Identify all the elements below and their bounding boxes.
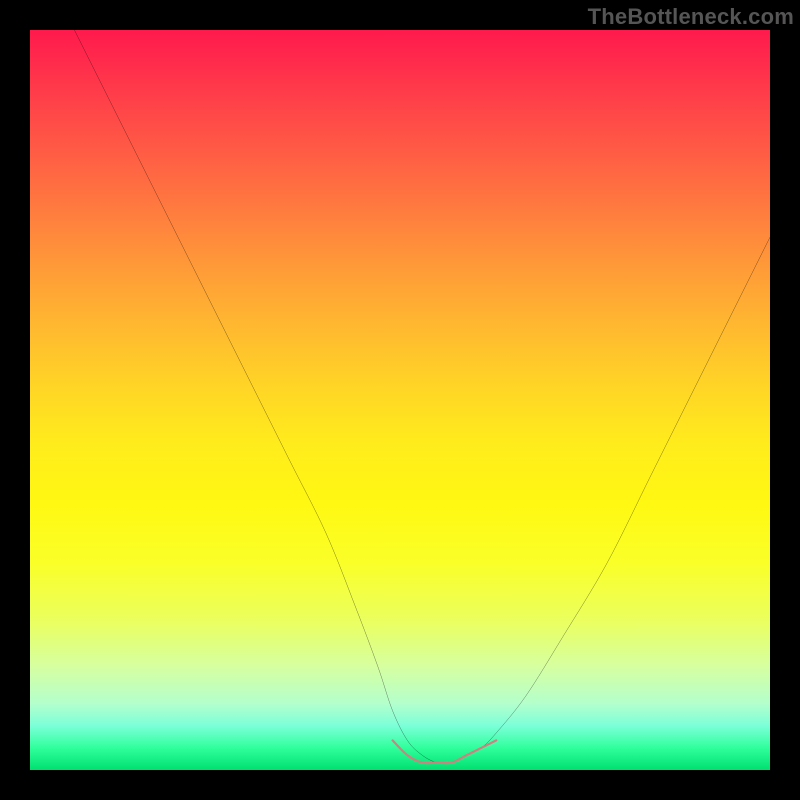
flat-highlight xyxy=(393,740,497,763)
watermark-text: TheBottleneck.com xyxy=(588,4,794,30)
chart-frame: TheBottleneck.com xyxy=(0,0,800,800)
plot-area xyxy=(30,30,770,770)
chart-svg xyxy=(30,30,770,770)
curve-line xyxy=(74,30,770,764)
